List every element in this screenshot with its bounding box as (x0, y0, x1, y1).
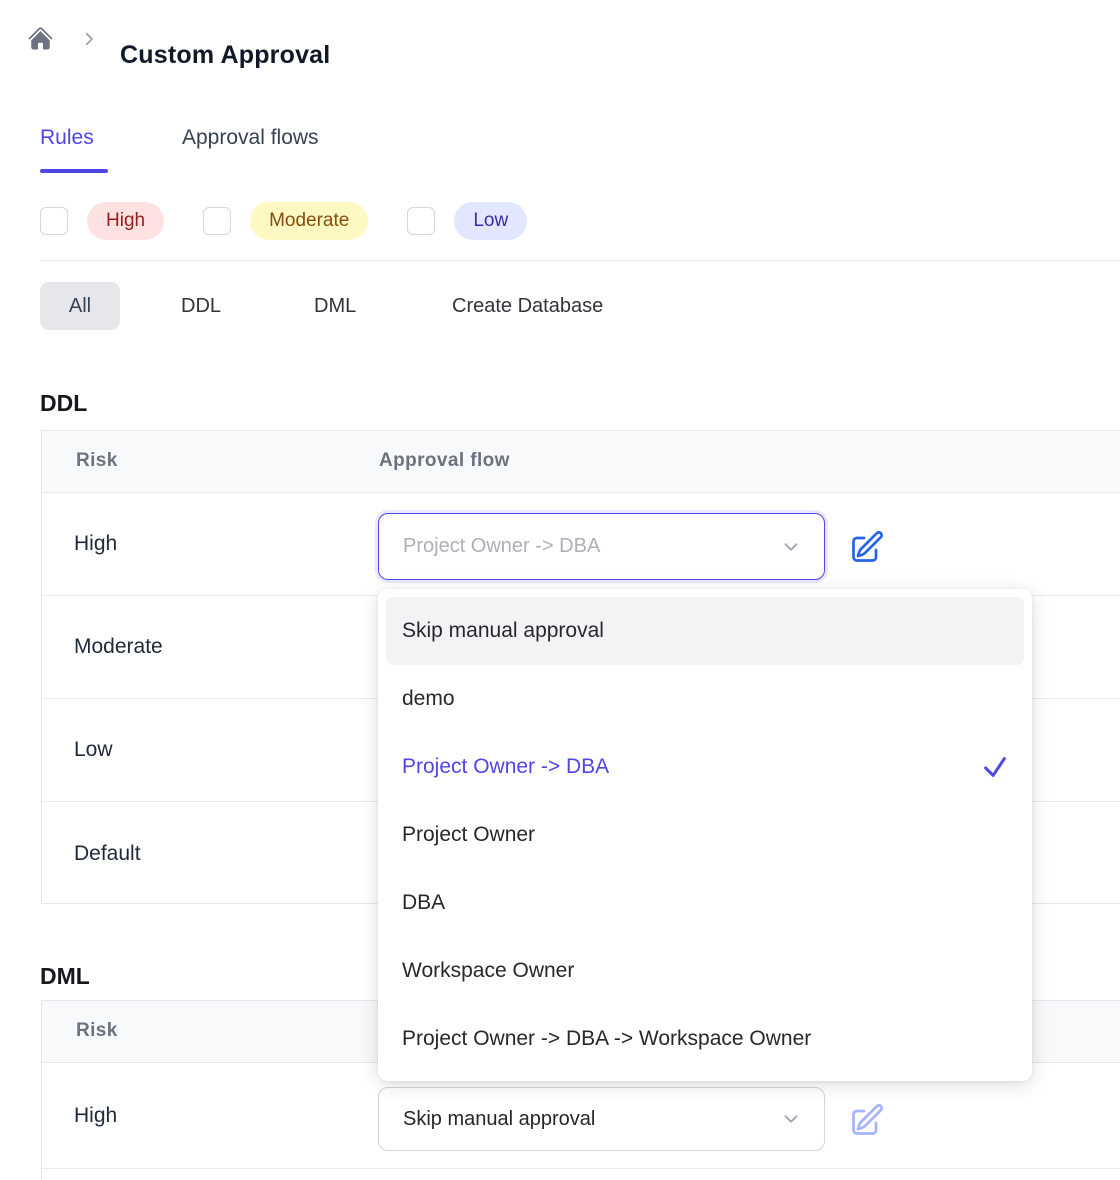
category-filter-dml[interactable]: DML (314, 282, 356, 330)
risk-label: High (74, 532, 117, 556)
risk-label: High (74, 1104, 117, 1128)
risk-filter-moderate: Moderate (203, 202, 368, 240)
ddl-high-approval-flow-select[interactable]: Project Owner -> DBA (378, 513, 825, 580)
low-badge[interactable]: Low (454, 202, 527, 240)
check-icon (980, 752, 1010, 782)
tab-approval-flows[interactable]: Approval flows (182, 126, 319, 150)
high-checkbox[interactable] (40, 207, 68, 235)
tab-rules[interactable]: Rules (40, 126, 94, 150)
home-icon[interactable] (27, 25, 54, 52)
category-filter-all[interactable]: All (40, 282, 120, 330)
page-title: Custom Approval (120, 41, 330, 70)
pencil-square-icon (849, 529, 885, 565)
ddl-high-edit-flow-button[interactable] (849, 529, 885, 565)
dropdown-option-project-owner[interactable]: Project Owner (386, 801, 1024, 869)
column-header-risk: Risk (76, 450, 118, 472)
category-filter-ddl[interactable]: DDL (181, 282, 221, 330)
risk-label: Default (74, 842, 141, 866)
high-badge[interactable]: High (87, 202, 164, 240)
low-checkbox[interactable] (407, 207, 435, 235)
dropdown-option-project-owner-dba-workspace-owner[interactable]: Project Owner -> DBA -> Workspace Owner (386, 1005, 1024, 1073)
risk-filter-row: High Moderate Low (40, 202, 527, 240)
column-header-approval-flow: Approval flow (379, 450, 510, 472)
dropdown-option-skip-manual-approval[interactable]: Skip manual approval (386, 597, 1024, 665)
dropdown-option-workspace-owner[interactable]: Workspace Owner (386, 937, 1024, 1005)
approval-flow-dropdown: Skip manual approval demo Project Owner … (378, 589, 1032, 1081)
moderate-badge[interactable]: Moderate (250, 202, 368, 240)
risk-filter-low: Low (407, 202, 527, 240)
pencil-square-icon (849, 1102, 885, 1138)
dropdown-option-label: Project Owner -> DBA (402, 755, 609, 779)
column-header-risk: Risk (76, 1020, 118, 1042)
category-filter-create-database[interactable]: Create Database (452, 282, 603, 330)
dropdown-option-demo[interactable]: demo (386, 665, 1024, 733)
ddl-section-heading: DDL (40, 390, 87, 417)
breadcrumb-chevron-icon (80, 30, 98, 48)
custom-approval-page: Custom Approval Rules Approval flows Hig… (0, 0, 1120, 1180)
risk-filter-high: High (40, 202, 164, 240)
risk-label: Moderate (74, 635, 163, 659)
dropdown-option-dba[interactable]: DBA (386, 869, 1024, 937)
select-value: Skip manual approval (403, 1108, 780, 1131)
select-value: Project Owner -> DBA (403, 535, 780, 558)
moderate-checkbox[interactable] (203, 207, 231, 235)
chevron-down-icon (780, 1108, 802, 1130)
dml-section-heading: DML (40, 963, 90, 990)
dml-high-edit-flow-button[interactable] (849, 1102, 885, 1138)
dml-high-approval-flow-select[interactable]: Skip manual approval (378, 1087, 825, 1151)
risk-label: Low (74, 738, 113, 762)
ddl-table-header: Risk Approval flow (42, 431, 1120, 493)
chevron-down-icon (780, 536, 802, 558)
active-tab-underline (40, 169, 108, 173)
dropdown-option-project-owner-dba[interactable]: Project Owner -> DBA (386, 733, 1024, 801)
section-divider (40, 260, 1120, 261)
